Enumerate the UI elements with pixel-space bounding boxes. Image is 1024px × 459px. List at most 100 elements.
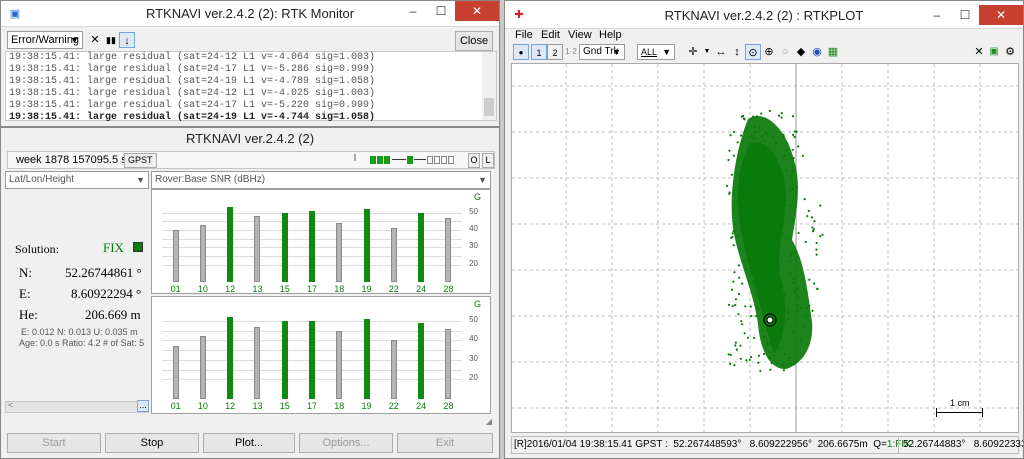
solution-2-icon[interactable]: 2	[547, 44, 563, 60]
output-button[interactable]: O	[468, 153, 480, 168]
animation-point-icon[interactable]: ○	[777, 44, 793, 60]
window-close-button[interactable]: ✕	[455, 1, 499, 21]
solution-point	[813, 282, 816, 285]
log-filter-select[interactable]: Error/Warning ▼	[7, 31, 83, 49]
menu-view[interactable]: View	[568, 29, 592, 41]
solution-point	[819, 235, 822, 238]
rtkplot-minimize-button[interactable]: –	[923, 5, 951, 25]
snr-scrollbar[interactable]	[151, 416, 491, 426]
solution-point	[819, 204, 822, 207]
solution-point	[760, 165, 763, 168]
toolbar-close-icon[interactable]: ✕	[971, 44, 987, 60]
plot-type-select[interactable]: Gnd Trk ▼	[579, 44, 625, 60]
solution-point	[792, 251, 795, 255]
solution-point	[777, 114, 781, 117]
solution-point	[816, 287, 819, 291]
start-button[interactable]: Start	[7, 433, 101, 453]
exit-button[interactable]: Exit	[397, 433, 493, 453]
plot-button[interactable]: Plot...	[203, 433, 295, 453]
snr-bar	[445, 217, 452, 282]
solution-point	[735, 201, 738, 204]
solution-point	[731, 304, 734, 308]
more-button[interactable]: ...	[137, 400, 149, 412]
solution-point	[756, 308, 759, 311]
he-label: He:	[19, 307, 38, 322]
clear-icon[interactable]: ✕	[87, 32, 103, 48]
stop-button[interactable]: Stop	[105, 433, 199, 453]
solution-1-icon[interactable]: 1	[531, 44, 547, 60]
satellite-label: 17	[306, 401, 317, 411]
menu-edit[interactable]: Edit	[541, 29, 560, 41]
solution-1-2-icon[interactable]: ●	[513, 44, 529, 60]
rtkplot-titlebar[interactable]: ✚ RTKNAVI ver.2.4.2 (2) : RTKPLOT – ☐ ✕	[505, 1, 1023, 29]
monitor-titlebar[interactable]: ▣ RTKNAVI ver.2.4.2 (2): RTK Monitor – ☐…	[1, 1, 499, 27]
solution-point	[779, 302, 782, 305]
rtknavi-title: RTKNAVI ver.2.4.2 (2)	[185, 131, 315, 146]
solution-point	[769, 368, 772, 371]
solution-point	[806, 306, 809, 309]
solution-point	[796, 309, 799, 312]
fit-horizontal-icon[interactable]: ↔	[713, 44, 729, 60]
animation-icon[interactable]: ⊕	[761, 44, 777, 60]
settings-gear-icon[interactable]: ⚙	[1002, 44, 1018, 60]
solution-point	[760, 169, 763, 172]
timesys-button[interactable]: GPST	[124, 153, 157, 168]
solution-point	[789, 253, 792, 256]
solution-point	[777, 253, 780, 256]
input-status-button[interactable]: I	[348, 153, 362, 164]
solution-point	[729, 362, 732, 365]
map-icon[interactable]: ◉	[809, 44, 825, 60]
solution-point	[734, 303, 737, 307]
solution-point	[751, 280, 754, 284]
satellite-label: 22	[388, 284, 399, 294]
satellite-label: 22	[388, 401, 399, 411]
rtkplot-maximize-button[interactable]: ☐	[951, 5, 979, 25]
satellite-filter-select[interactable]: ALL ▼	[637, 44, 675, 60]
solution-point	[792, 157, 795, 160]
minimize-button[interactable]: –	[399, 1, 427, 21]
solution-point	[769, 356, 772, 359]
solution-point	[781, 174, 785, 177]
solution-point	[771, 135, 774, 138]
menu-file[interactable]: File	[515, 29, 533, 41]
diamond-icon[interactable]: ◆	[793, 44, 809, 60]
ground-track-plot[interactable]: 1 cm	[511, 63, 1019, 433]
grid-icon[interactable]: ▦	[825, 44, 841, 60]
solution-point	[783, 187, 786, 190]
coord-format-select[interactable]: Lat/Lon/Height ▼	[5, 171, 149, 189]
solution-point	[769, 231, 772, 234]
solution-point	[773, 354, 776, 357]
age-ratio-stats: Age: 0.0 s Ratio: 4.2 # of Sat: 5	[19, 338, 145, 348]
solution-point	[792, 277, 795, 280]
solution-point	[736, 141, 739, 144]
log-button[interactable]: L	[482, 153, 494, 168]
snr-bar	[418, 212, 425, 282]
solution-12-icon[interactable]: 1·2	[563, 44, 579, 60]
left-scrollbar[interactable]: < >	[5, 400, 149, 413]
connect-icon[interactable]: ▣	[986, 44, 1002, 60]
fit-vertical-icon[interactable]: ↕	[729, 44, 745, 60]
show-track-icon[interactable]: ⊙	[745, 44, 761, 60]
rtkplot-close-button[interactable]: ✕	[979, 5, 1023, 25]
solution-point	[763, 221, 766, 224]
solution-point	[778, 199, 781, 202]
time-bar: week 1878 157095.5 s GPST I O L	[7, 151, 495, 169]
satellite-label: 10	[197, 401, 208, 411]
pause-icon[interactable]: ▮▮	[103, 32, 119, 48]
solution-point	[777, 309, 780, 312]
solution-point	[734, 344, 737, 347]
solution-point	[795, 185, 798, 188]
solution-point	[761, 148, 765, 151]
options-button[interactable]: Options...	[299, 433, 393, 453]
accuracy-stats: E: 0.012 N: 0.013 U: 0.035 m	[21, 327, 138, 337]
solution-point	[764, 131, 767, 134]
log-scrollbar[interactable]	[482, 52, 496, 120]
menu-help[interactable]: Help	[599, 29, 622, 41]
solution-point	[791, 115, 795, 118]
scroll-down-icon[interactable]: ↓	[119, 32, 135, 48]
monitor-close-button[interactable]: Close	[455, 31, 493, 51]
maximize-button[interactable]: ☐	[427, 1, 455, 21]
solution-point	[743, 213, 746, 216]
snr-view-select[interactable]: Rover:Base SNR (dBHz) ▼	[151, 171, 491, 189]
satellite-label: 19	[361, 401, 372, 411]
